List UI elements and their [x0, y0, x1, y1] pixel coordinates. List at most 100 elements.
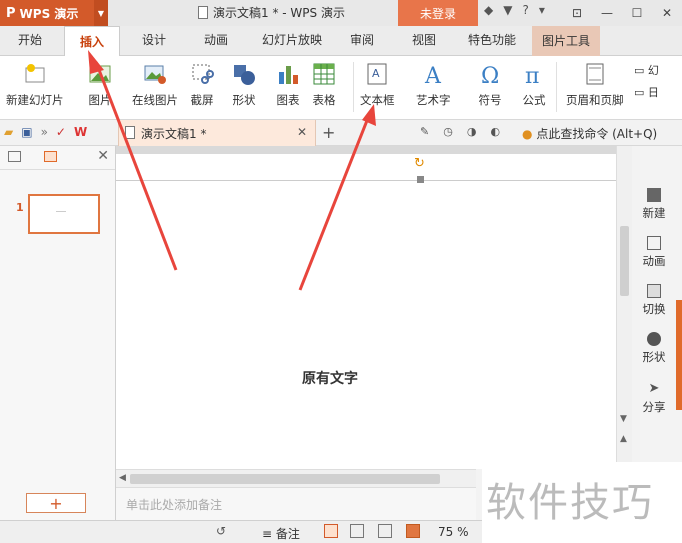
- document-tab-title: 演示文稿1 *: [141, 126, 207, 141]
- document-tab[interactable]: 演示文稿1 * ✕: [118, 120, 316, 146]
- history-icon[interactable]: ↺: [216, 524, 226, 538]
- symbol-button[interactable]: Ω 符号: [478, 62, 502, 108]
- slide-number-button[interactable]: ▭ 幻: [634, 62, 659, 84]
- more-icon[interactable]: ▾: [539, 3, 545, 17]
- slide[interactable]: ↻ 原有文字: [116, 154, 616, 469]
- omega-icon: Ω: [478, 62, 502, 89]
- quick-access-bar: ▰ ▣ » ✓ W 演示文稿1 * ✕ + ✎ ◷ ◑ ◐ ● 点此查找命令 (…: [0, 120, 682, 146]
- zoom-level[interactable]: 75 %: [438, 525, 469, 539]
- outline-view-icon[interactable]: [8, 151, 21, 162]
- task-new[interactable]: 新建: [632, 188, 676, 221]
- add-slide-button[interactable]: +: [26, 493, 86, 513]
- share-small-icon[interactable]: ◐: [490, 125, 500, 138]
- horizontal-scroll-thumb[interactable]: [130, 474, 440, 484]
- wordart-icon: A: [421, 62, 445, 89]
- tab-insert[interactable]: 插入: [64, 26, 121, 57]
- scroll-left-icon[interactable]: ◀: [119, 473, 126, 483]
- task-transition[interactable]: 切换: [632, 284, 676, 317]
- login-button[interactable]: 未登录: [398, 0, 478, 26]
- tab-special[interactable]: 特色功能: [468, 31, 516, 48]
- task-animation[interactable]: 动画: [632, 236, 676, 269]
- skin-icon[interactable]: ◆: [484, 3, 493, 17]
- slideshow-icon[interactable]: [406, 524, 420, 538]
- date-button[interactable]: ▭ 日: [634, 84, 659, 106]
- restore-layout-icon[interactable]: ⊡: [562, 0, 592, 26]
- app-name: WPS 演示: [19, 6, 79, 21]
- picture-label: 图片: [88, 93, 112, 107]
- task-shape[interactable]: 形状: [632, 332, 676, 365]
- svg-text:A: A: [424, 64, 442, 86]
- resize-handle[interactable]: [417, 176, 424, 183]
- vertical-scrollbar[interactable]: ▼ ▲: [616, 146, 632, 469]
- slide-thumbnail-panel: ✕ 1 +: [0, 146, 116, 520]
- shape-panel-icon: [647, 332, 661, 346]
- tab-picture-tools[interactable]: 图片工具: [532, 26, 601, 56]
- textbox-button[interactable]: A 文本框: [360, 62, 395, 108]
- notes-toggle[interactable]: ≡ 备注: [262, 525, 300, 542]
- wps-presentation-window: P WPS 演示 ▼ 演示文稿1 * - WPS 演示 未登录 ◆ ▼ ? ▾ …: [0, 0, 682, 543]
- header-footer-button[interactable]: 页眉和页脚: [566, 62, 624, 108]
- pin-icon[interactable]: ✓: [56, 125, 66, 139]
- online-picture-button[interactable]: 在线图片: [132, 62, 178, 108]
- tab-bar-tools: ✎ ◷ ◑ ◐: [420, 125, 500, 138]
- shape-button[interactable]: 形状: [232, 62, 256, 108]
- ribbon-small-buttons: ▭ 幻 ▭ 日: [634, 62, 659, 106]
- task-share[interactable]: ➤ 分享: [632, 382, 676, 415]
- normal-view-icon[interactable]: [324, 524, 338, 538]
- rotate-icon[interactable]: ◑: [467, 125, 477, 138]
- chevron-down-icon[interactable]: ▼: [94, 0, 108, 26]
- minimize-icon[interactable]: —: [592, 0, 622, 26]
- shirt-icon[interactable]: ▼: [503, 3, 512, 17]
- screenshot-button[interactable]: 截屏: [190, 62, 214, 108]
- tab-home[interactable]: 开始: [18, 31, 42, 48]
- document-icon: [198, 6, 208, 19]
- animation-icon: [647, 236, 661, 250]
- reading-view-icon[interactable]: [378, 524, 392, 538]
- scroll-down-icon[interactable]: ▼: [620, 414, 627, 424]
- maximize-icon[interactable]: ☐: [622, 0, 652, 26]
- watermark: 软件技巧: [482, 462, 682, 543]
- pin-toolbar-icon[interactable]: ✎: [420, 125, 429, 138]
- slide-text[interactable]: 原有文字: [302, 368, 358, 388]
- vertical-scroll-thumb[interactable]: [620, 226, 629, 296]
- help-icon[interactable]: ?: [522, 3, 528, 17]
- tab-review[interactable]: 审阅: [350, 31, 374, 48]
- slide-thumbnail[interactable]: [28, 194, 100, 234]
- wps-home-icon[interactable]: W: [74, 125, 87, 139]
- transition-icon: [647, 284, 661, 298]
- tab-slideshow[interactable]: 幻灯片放映: [262, 31, 322, 48]
- slides-view-icon[interactable]: [44, 151, 57, 162]
- table-label: 表格: [312, 93, 336, 107]
- tab-design[interactable]: 设计: [142, 31, 166, 48]
- panel-expand-handle[interactable]: [676, 300, 682, 410]
- share-icon: ➤: [648, 381, 660, 396]
- formula-button[interactable]: π 公式: [522, 62, 546, 108]
- table-button[interactable]: 表格: [312, 62, 336, 108]
- rotate-handle-icon[interactable]: ↻: [414, 156, 425, 171]
- more-tools-icon[interactable]: »: [41, 125, 48, 139]
- open-folder-icon[interactable]: ▰: [4, 125, 13, 139]
- clock-icon[interactable]: ◷: [443, 125, 453, 138]
- find-command-box[interactable]: ● 点此查找命令 (Alt+Q): [522, 125, 657, 142]
- tab-animation[interactable]: 动画: [204, 31, 228, 48]
- app-menu-button[interactable]: P WPS 演示 ▼: [0, 0, 108, 26]
- header-footer-icon: [583, 62, 607, 86]
- close-tab-icon[interactable]: ✕: [297, 125, 307, 139]
- close-icon[interactable]: ✕: [652, 0, 682, 26]
- slide-number-label: 幻: [647, 64, 659, 77]
- new-tab-icon[interactable]: +: [322, 123, 335, 142]
- chart-button[interactable]: 图表: [276, 62, 300, 108]
- save-icon[interactable]: ▣: [21, 125, 32, 139]
- notes-pane[interactable]: 单击此处添加备注: [116, 487, 476, 520]
- horizontal-scrollbar[interactable]: ◀: [116, 469, 476, 487]
- new-slide-button[interactable]: 新建幻灯片: [6, 62, 64, 108]
- prev-slide-icon[interactable]: ▲: [620, 434, 627, 444]
- watermark-text: 软件技巧: [486, 480, 654, 526]
- document-tab-icon: [125, 126, 135, 139]
- picture-button[interactable]: 图片: [88, 62, 112, 108]
- wordart-button[interactable]: A 艺术字: [416, 62, 451, 108]
- close-panel-icon[interactable]: ✕: [97, 148, 109, 164]
- sorter-view-icon[interactable]: [350, 524, 364, 538]
- formula-label: 公式: [522, 93, 546, 107]
- tab-view[interactable]: 视图: [412, 31, 436, 48]
